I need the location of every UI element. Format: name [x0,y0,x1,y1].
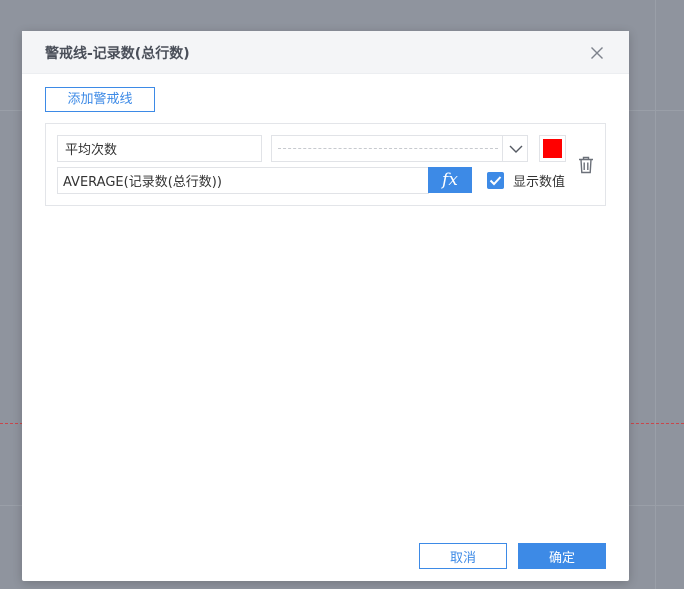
cancel-button[interactable]: 取消 [419,543,507,569]
confirm-button[interactable]: 确定 [518,543,606,569]
chevron-down-icon[interactable] [502,136,528,161]
color-swatch [543,139,562,158]
formula-editor-button[interactable]: fx [428,167,472,193]
check-icon[interactable] [487,172,504,189]
backdrop-gridline [655,0,656,589]
dialog-title: 警戒线-记录数(总行数) [45,46,190,62]
warning-line-dialog: 警戒线-记录数(总行数) 添加警戒线 fx [22,31,629,581]
formula-input[interactable] [57,167,429,194]
close-icon[interactable] [587,43,607,63]
warning-line-item: fx 显示数值 [45,123,606,206]
warning-line-name-input[interactable] [57,135,262,162]
line-style-select[interactable] [271,135,528,162]
show-value-label: 显示数值 [513,175,566,190]
dialog-header: 警戒线-记录数(总行数) [22,31,629,74]
trash-icon[interactable] [577,155,595,175]
add-warning-line-button[interactable]: 添加警戒线 [45,87,155,112]
line-color-picker[interactable] [539,135,566,162]
dashed-line-preview [278,148,498,149]
